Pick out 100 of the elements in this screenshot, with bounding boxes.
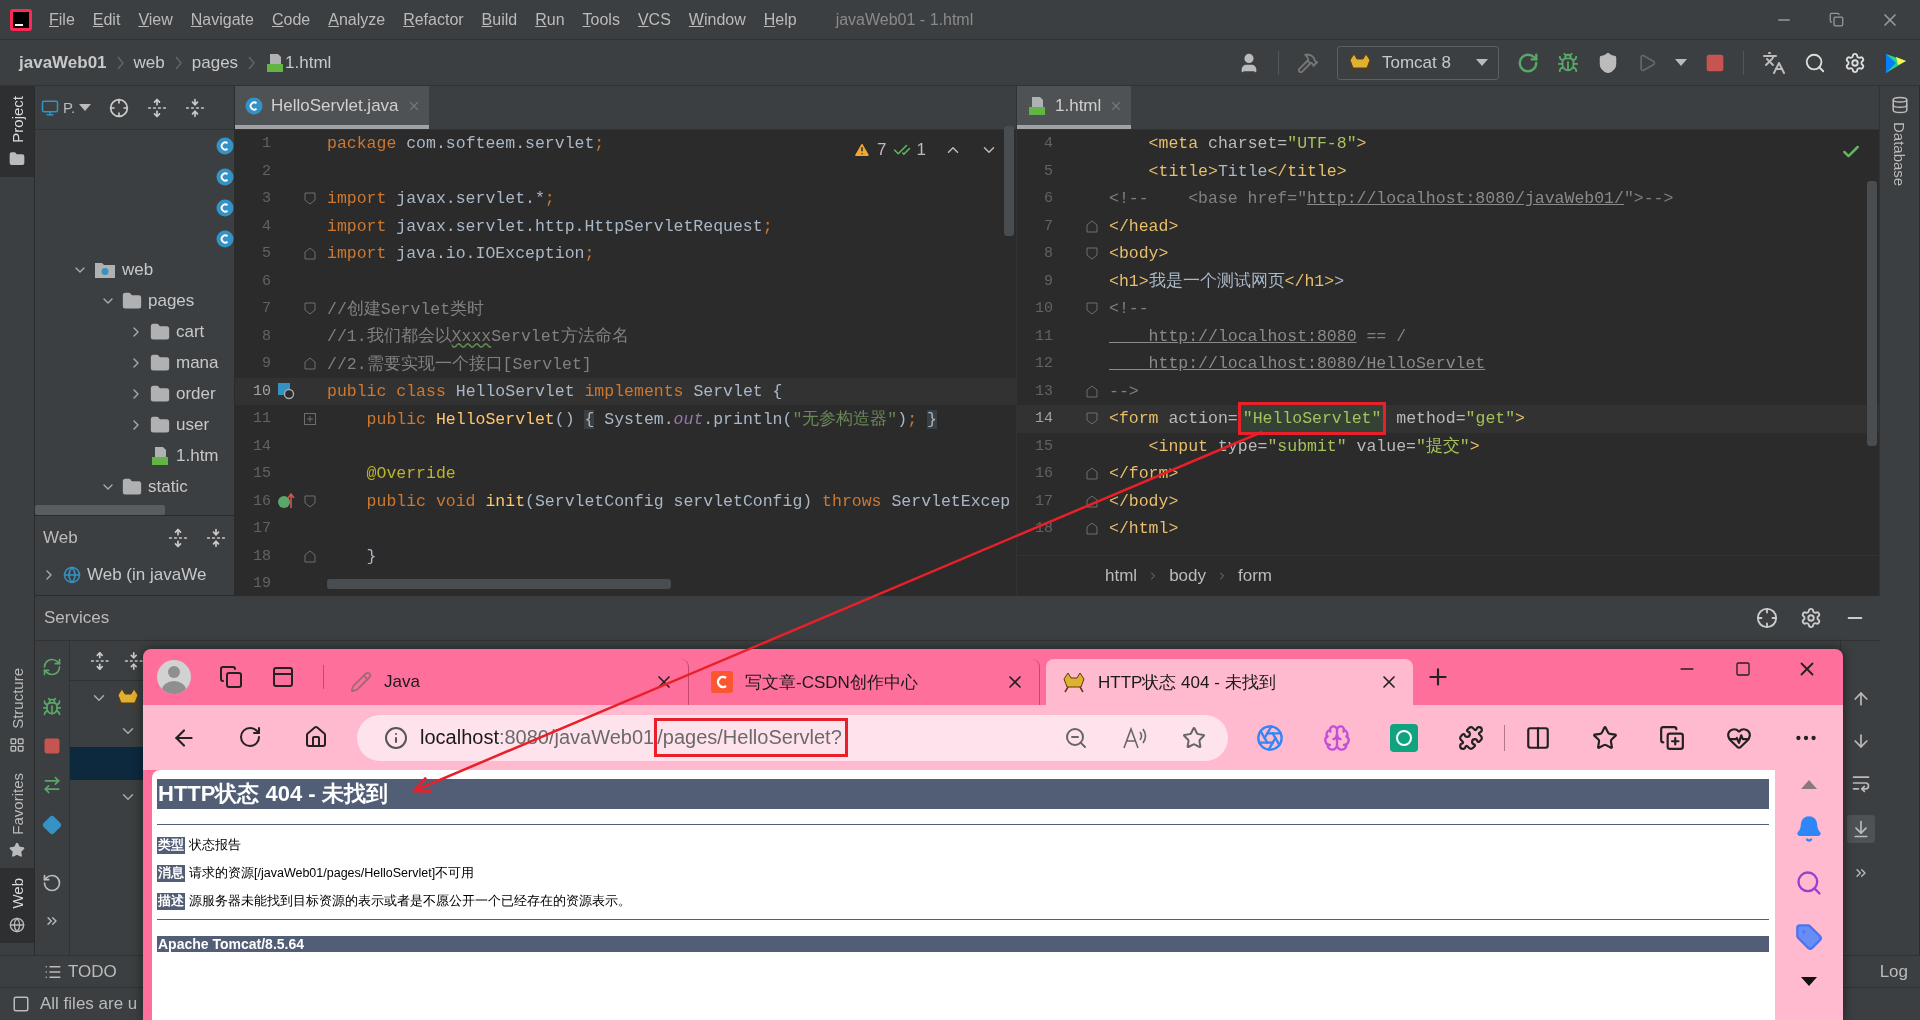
menu-item[interactable]: Edit [83,10,130,29]
tag-icon[interactable] [1795,923,1823,951]
run-configuration-dropdown[interactable]: Tomcat 8 [1337,45,1499,80]
editor-tab[interactable]: 1.html [1017,86,1132,129]
menu-item[interactable]: Refactor [394,10,473,29]
fold-marker-icon[interactable] [304,247,316,261]
bug-icon[interactable] [42,697,62,717]
fold-marker-icon[interactable] [1086,494,1098,508]
favorites-icon[interactable] [1592,724,1618,751]
expand-all-icon[interactable] [147,97,168,118]
fold-marker-icon[interactable] [304,302,316,316]
tool-window-tab[interactable]: Project [0,86,34,177]
split-screen-icon[interactable] [1525,724,1551,751]
breadcrumb-item[interactable]: body [1169,565,1206,586]
bug-icon[interactable] [1557,51,1579,74]
breadcrumb-item[interactable]: pages [191,52,239,73]
stop-icon[interactable] [1705,52,1725,73]
refresh-icon[interactable] [42,873,62,893]
search-icon[interactable] [1804,51,1826,74]
menu-item[interactable]: VCS [628,10,680,29]
tree-item[interactable]: static [148,476,188,497]
zoom-out-icon[interactable] [1064,725,1088,750]
fold-marker-icon[interactable] [1086,522,1098,536]
read-aloud-icon[interactable] [1122,725,1148,750]
fold-marker-icon[interactable] [1086,467,1098,481]
fold-marker-icon[interactable] [1086,302,1098,316]
collections-icon[interactable] [1659,724,1685,751]
maximize-icon[interactable] [1735,661,1751,677]
coverage-icon[interactable] [1597,51,1619,74]
scroll-down-icon[interactable] [1801,977,1817,986]
menu-item[interactable]: Navigate [181,10,263,29]
extension-icon[interactable] [1390,723,1418,752]
tool-window-tab[interactable]: TODO [44,961,117,982]
tool-window-tab[interactable]: Log [1879,961,1908,982]
breadcrumb-item[interactable]: javaWeb01 [19,52,107,73]
menu-item[interactable]: Analyze [319,10,395,29]
workspaces-icon[interactable] [219,665,243,689]
expand-fold-icon[interactable] [304,412,316,425]
menu-item[interactable]: Help [754,10,806,29]
locate-icon[interactable] [109,97,130,118]
restore-icon[interactable] [1829,12,1844,27]
scroll-to-end-button[interactable] [1846,815,1875,843]
fold-marker-icon[interactable] [1086,247,1098,261]
fold-marker-icon[interactable] [1086,384,1098,398]
menu-item[interactable]: Code [262,10,320,29]
rerun-icon[interactable] [1517,51,1539,74]
fold-marker-icon[interactable] [1086,219,1098,233]
collapse-all-icon[interactable] [206,527,226,548]
editor-tab[interactable]: HelloServlet.java [235,86,429,129]
view-selector[interactable]: P. [41,98,92,117]
scrollbar[interactable] [35,505,165,515]
soft-wrap-icon[interactable] [1850,773,1871,793]
extensions-icon[interactable] [1458,724,1484,751]
scrollbar[interactable] [1004,126,1014,236]
fold-marker-icon[interactable] [304,192,316,206]
deploy-icon[interactable] [42,775,62,795]
implements-gutter-icon[interactable] [277,382,295,401]
warning-icon[interactable] [853,141,872,159]
scrollbar[interactable] [1867,181,1877,446]
locate-icon[interactable] [1756,607,1778,629]
brain-icon[interactable] [1323,723,1351,752]
reload-icon[interactable] [238,724,262,749]
menu-item[interactable]: View [129,10,182,29]
tree-item[interactable]: pages [148,290,195,311]
menu-item[interactable]: Tools [573,10,629,29]
fold-marker-icon[interactable] [304,357,316,371]
tree-item[interactable]: user [176,414,210,435]
browser-tab[interactable]: HTTP状态 404 - 未找到 [1046,659,1413,705]
expand-all-icon[interactable] [90,650,110,671]
status-icon[interactable] [12,995,30,1013]
rerun-icon[interactable] [42,657,62,677]
tree-item[interactable]: 1.htm [176,445,219,466]
tree-item[interactable]: cart [176,321,205,342]
home-icon[interactable] [304,724,328,749]
tree-item[interactable]: Web (in javaWe [87,564,207,585]
translate-icon[interactable] [1762,50,1786,75]
scrollbar[interactable] [327,579,671,589]
fold-marker-icon[interactable] [1086,412,1098,426]
search-icon[interactable] [1795,869,1823,897]
tree-item[interactable]: mana [176,352,219,373]
collapse-all-icon[interactable] [185,97,206,118]
menu-item[interactable]: Run [526,10,574,29]
breadcrumb-item[interactable]: form [1238,565,1272,586]
tree-item[interactable]: order [176,383,216,404]
tool-window-tab[interactable]: Database [1880,86,1919,197]
caret-icon[interactable] [1675,59,1687,66]
tool-window-tab[interactable]: Favorites [0,762,34,869]
tab-actions-icon[interactable] [271,665,295,689]
info-icon[interactable] [384,725,408,750]
menu-item[interactable]: Window [679,10,755,29]
breadcrumb-item[interactable]: 1.html [285,52,332,73]
tool-window-tab[interactable]: Web [0,868,34,943]
menu-item[interactable]: File [40,10,84,29]
settings-icon[interactable] [1844,51,1866,74]
expand-all-icon[interactable] [168,527,188,548]
fold-marker-icon[interactable] [304,549,316,563]
menu-item[interactable]: Build [472,10,527,29]
tree-item[interactable]: web [122,259,154,280]
fold-marker-icon[interactable] [304,494,316,508]
diamond-icon[interactable] [42,815,62,835]
